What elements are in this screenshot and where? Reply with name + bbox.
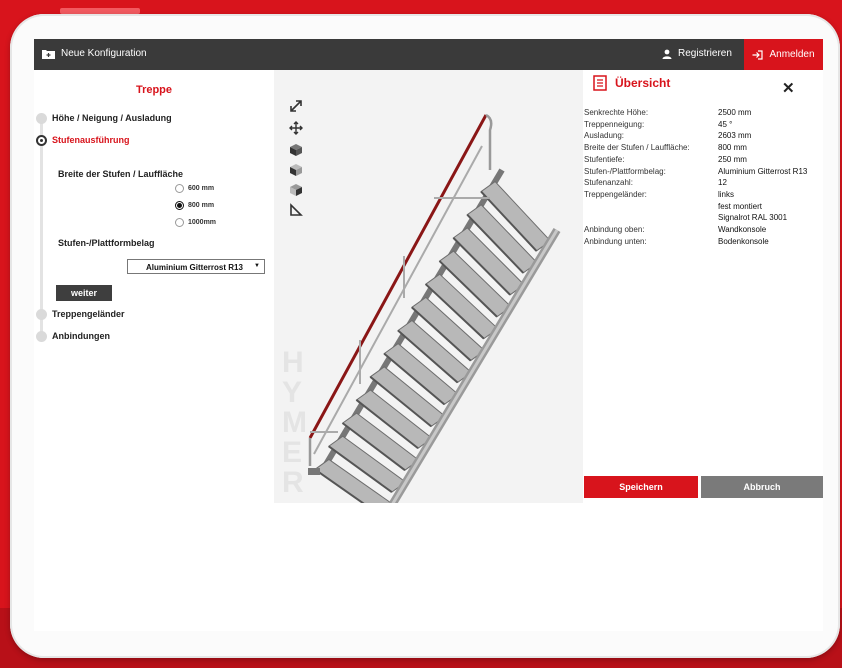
overview-panel: Übersicht ✕ Senkrechte Höhe: 2500 mm Trepp… <box>583 70 823 631</box>
save-button[interactable]: Speichern <box>584 476 698 498</box>
overview-row-value: 800 mm <box>718 143 747 153</box>
cube-side-icon[interactable] <box>289 163 303 177</box>
radio-circle <box>175 218 184 227</box>
overview-row-label: Stufenanzahl: <box>584 178 633 188</box>
step-label: Stufenausführung <box>52 135 130 145</box>
overview-title: Übersicht <box>615 76 671 90</box>
overview-row-label: Ausladung: <box>584 131 625 141</box>
radio-circle <box>175 184 184 193</box>
overview-row-value: 2500 mm <box>718 108 752 117</box>
overview-row-value: 2603 mm <box>718 131 752 141</box>
covering-select[interactable]: Aluminium Gitterrost R13 ▼ <box>127 259 265 274</box>
overview-row-label: Stufen-/Plattformbelag: <box>584 166 666 176</box>
login-label: Anmelden <box>769 49 815 60</box>
overview-row-value: 12 <box>718 178 727 188</box>
overview-row-value: 250 mm <box>718 154 747 164</box>
overview-header: Übersicht <box>593 75 670 91</box>
login-button[interactable]: Anmelden <box>744 39 823 70</box>
stair-steps <box>314 180 552 515</box>
cancel-button[interactable]: Abbruch <box>701 476 823 498</box>
document-icon <box>593 75 607 91</box>
brand-letter: E <box>282 436 302 469</box>
register-label: Registrieren <box>678 48 732 59</box>
step-label: Treppengeländer <box>52 309 125 319</box>
radio-label: 1000mm <box>188 219 217 226</box>
step-dot <box>36 309 47 320</box>
new-configuration-label: Neue Konfiguration <box>61 48 147 59</box>
register-button[interactable]: Registrieren <box>662 48 732 59</box>
step-dot <box>36 113 47 124</box>
angle-icon[interactable] <box>289 203 303 217</box>
overview-row-value: Signalrot RAL 3001 <box>718 213 788 223</box>
overview-row-label: Anbindung oben: <box>584 225 645 234</box>
cube-front-icon[interactable] <box>289 143 303 157</box>
overview-row-value: Wandkonsole <box>718 225 767 234</box>
panel-title: Treppe <box>135 84 173 96</box>
handrail-top-post <box>485 113 493 170</box>
top-bar: Neue Konfiguration Registrieren Anmelden <box>34 39 823 70</box>
covering-value: Aluminium Gitterrost R13 <box>146 263 243 272</box>
fullscreen-icon[interactable] <box>289 99 303 113</box>
overview-row-label: Treppenneigung: <box>584 119 645 129</box>
width-option-600[interactable]: 600 mm <box>175 184 214 193</box>
width-option-1000[interactable]: 1000mm <box>175 218 216 227</box>
step-dot-active <box>36 135 47 146</box>
folder-plus-icon <box>42 49 55 59</box>
width-label: Breite der Stufen / Lauffläche <box>58 169 184 179</box>
overview-row-value: Aluminium Gitterrost R13 <box>718 166 808 176</box>
cube-iso-icon[interactable] <box>289 183 303 197</box>
step-label: Höhe / Neigung / Ausladung <box>52 113 172 123</box>
overview-row-label: Treppengeländer: <box>584 189 647 199</box>
floor-bracket <box>308 468 320 475</box>
overview-row-value: Bodenkonsole <box>718 236 769 246</box>
covering-label: Stufen-/Plattformbelag <box>58 238 155 248</box>
step-dot <box>36 331 47 342</box>
stair-render: H Y M E R <box>282 113 561 526</box>
step-label: Anbindungen <box>52 331 110 341</box>
brand-letter: R <box>282 466 304 499</box>
move-icon[interactable] <box>289 121 303 135</box>
user-icon <box>662 49 672 59</box>
overview-row-label: Anbindung unten: <box>584 236 647 246</box>
brand-letter: H <box>282 346 304 379</box>
chevron-down-icon: ▼ <box>254 263 260 269</box>
configuration-panel: Treppe Höhe / Neigung / Ausladung Stufen… <box>34 70 274 631</box>
next-button[interactable]: weiter <box>56 285 112 301</box>
brand-letter: M <box>282 406 307 439</box>
overview-row-label: Senkrechte Höhe: <box>584 108 649 117</box>
radio-label: 600 mm <box>188 185 215 192</box>
brand-letter: Y <box>282 376 302 409</box>
close-icon[interactable]: ✕ <box>782 79 795 97</box>
radio-label: 800 mm <box>188 202 215 209</box>
overview-row-label: Breite der Stufen / Lauffläche: <box>584 143 690 153</box>
stair-3d-viewer[interactable]: H Y M E R <box>274 70 583 526</box>
width-option-800[interactable]: 800 mm <box>175 201 214 210</box>
new-configuration-button[interactable]: Neue Konfiguration <box>42 48 147 59</box>
overview-row-value: links <box>718 189 735 199</box>
radio-circle-selected <box>175 201 184 210</box>
step-timeline <box>40 116 43 340</box>
overview-row-label: Stufentiefe: <box>584 154 625 164</box>
overview-row-value: 45 ° <box>718 119 733 129</box>
login-arrow-icon <box>752 49 764 60</box>
overview-row-value: fest montiert <box>718 201 763 211</box>
app-screen: Neue Konfiguration Registrieren Anmelden… <box>34 39 823 631</box>
